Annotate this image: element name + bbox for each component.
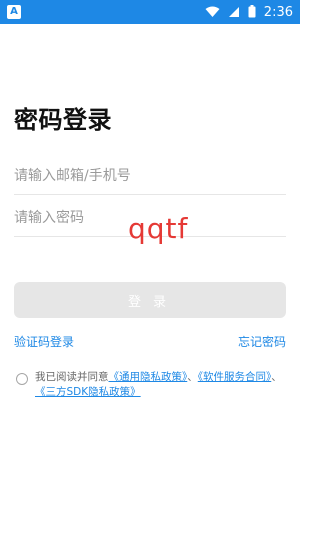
agreement-sep-2: 、 bbox=[271, 371, 282, 383]
agreement-text: 我已阅读并同意《通用隐私政策》、《软件服务合同》、《三方SDK隐私政策》 bbox=[35, 370, 287, 400]
agreement-prefix: 我已阅读并同意 bbox=[35, 371, 109, 383]
forgot-password-link[interactable]: 忘记密码 bbox=[238, 333, 286, 350]
status-icons: 2:36 bbox=[205, 0, 293, 24]
wifi-icon bbox=[205, 3, 220, 22]
screen: A 2:36 密码登录 请输入邮箱/手机号 qqtf 登录 验证码登录 忘记密码… bbox=[0, 0, 300, 533]
overlay-text: qqtf bbox=[128, 212, 189, 245]
email-field[interactable] bbox=[14, 158, 286, 195]
login-button[interactable]: 登录 bbox=[14, 282, 286, 318]
signal-icon bbox=[228, 3, 240, 22]
agreement-sep-1: 、 bbox=[187, 371, 198, 383]
status-bar: A 2:36 bbox=[0, 0, 300, 24]
app-notification-icon: A bbox=[7, 5, 21, 19]
email-input[interactable] bbox=[14, 158, 286, 194]
page-title: 密码登录 bbox=[14, 106, 112, 134]
clock-time: 2:36 bbox=[263, 4, 293, 20]
service-contract-link[interactable]: 《软件服务合同》 bbox=[198, 371, 272, 383]
battery-icon bbox=[248, 3, 256, 22]
agreement-checkbox[interactable] bbox=[16, 373, 28, 385]
sdk-privacy-policy-link[interactable]: 《三方SDK隐私政策》 bbox=[35, 386, 141, 398]
privacy-policy-link[interactable]: 《通用隐私政策》 bbox=[109, 371, 188, 383]
code-login-link[interactable]: 验证码登录 bbox=[14, 333, 74, 350]
agreement: 我已阅读并同意《通用隐私政策》、《软件服务合同》、《三方SDK隐私政策》 bbox=[14, 370, 286, 410]
